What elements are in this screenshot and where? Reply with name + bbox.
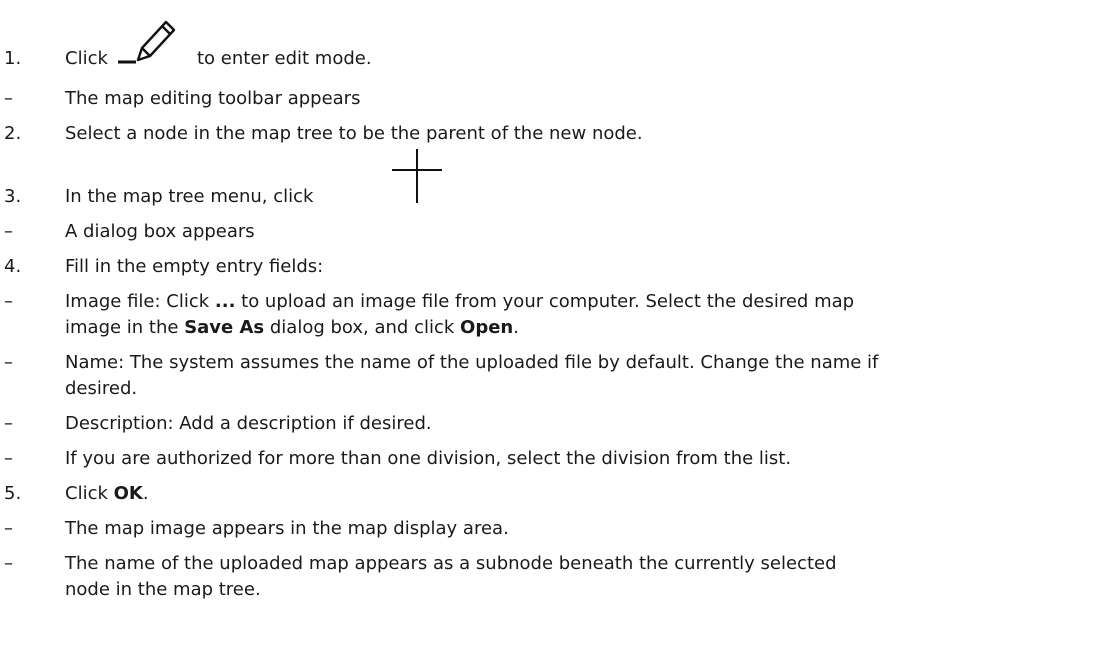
bullet-dash: – — [4, 413, 13, 434]
result-text: The name of the uploaded map appears as … — [65, 553, 837, 574]
instruction-document: 1. Click to enter edit mode. – The map e… — [0, 0, 1104, 666]
add-node-plus-icon — [392, 149, 442, 203]
edit-pencil-icon — [118, 20, 176, 64]
ok-button-label: OK — [113, 483, 143, 504]
step-number: 5. — [4, 483, 22, 504]
step-number: 2. — [4, 123, 22, 144]
step-number: 1. — [4, 48, 22, 69]
step-text: . — [142, 483, 149, 504]
step-text: Fill in the empty entry fields: — [65, 256, 324, 277]
result-text: A dialog box appears — [65, 221, 255, 242]
step-number: 4. — [4, 256, 22, 277]
bullet-dash: – — [4, 518, 13, 539]
open-button-label: Open — [460, 317, 514, 338]
bullet-dash: – — [4, 352, 13, 373]
field-text: Description: Add a description if desire… — [65, 413, 432, 434]
step-text: Click — [65, 483, 114, 504]
field-text: desired. — [65, 378, 138, 399]
result-text: node in the map tree. — [65, 579, 261, 600]
bullet-dash: – — [4, 553, 13, 574]
step-text-a: Click — [65, 48, 108, 69]
field-text: to upload an image file from your comput… — [235, 291, 855, 312]
field-text: image in the — [65, 317, 185, 338]
bullet-dash: – — [4, 221, 13, 242]
bullet-dash: – — [4, 291, 13, 312]
field-text: . — [513, 317, 519, 338]
bullet-dash: – — [4, 88, 13, 109]
field-text: Image file: Click — [65, 291, 215, 312]
result-text: The map editing toolbar appears — [65, 88, 361, 109]
field-text: Name: The system assumes the name of the… — [65, 352, 879, 373]
field-text: dialog box, and click — [264, 317, 461, 338]
step-text-b: to enter edit mode. — [197, 48, 372, 69]
step-number: 3. — [4, 186, 22, 207]
result-text: The map image appears in the map display… — [65, 518, 509, 539]
bullet-dash: – — [4, 448, 13, 469]
field-text: If you are authorized for more than one … — [65, 448, 792, 469]
browse-button-label: ... — [214, 291, 236, 312]
step-text: Select a node in the map tree to be the … — [65, 123, 643, 144]
save-as-dialog-label: Save As — [184, 317, 265, 338]
step-text: In the map tree menu, click — [65, 186, 314, 207]
